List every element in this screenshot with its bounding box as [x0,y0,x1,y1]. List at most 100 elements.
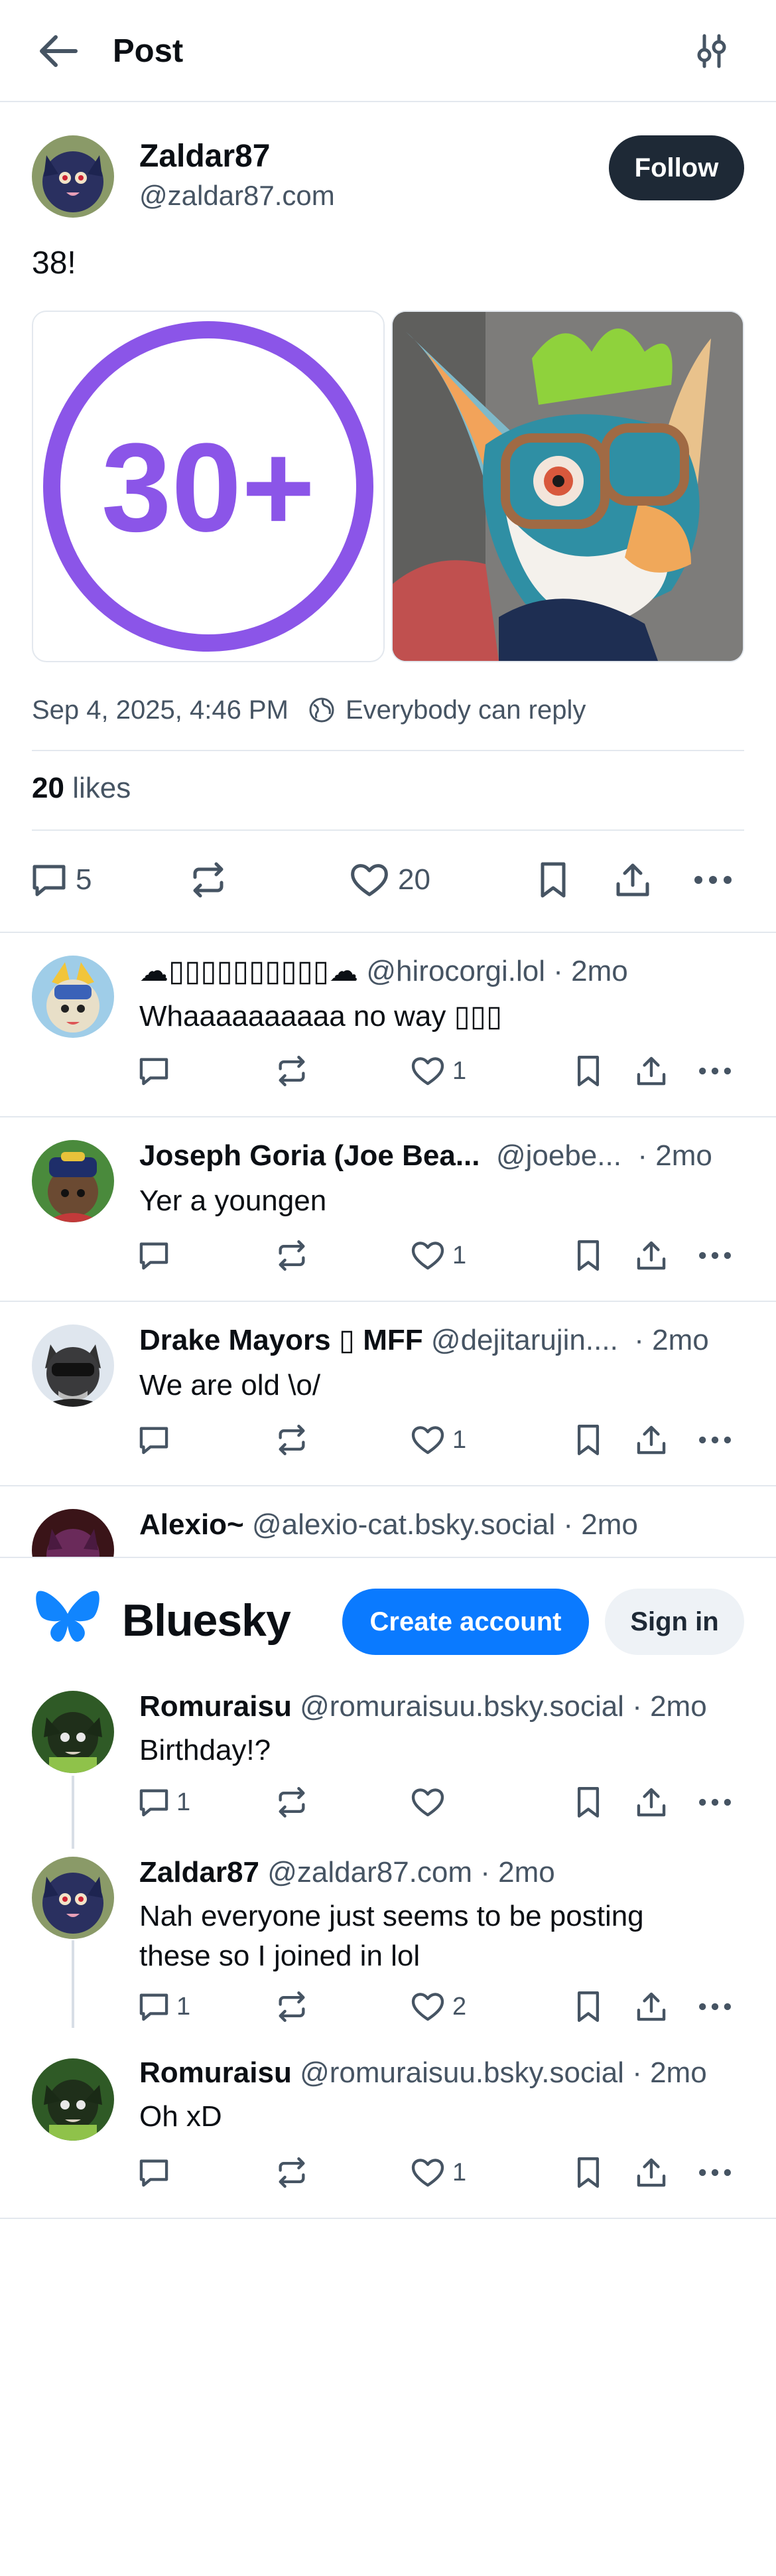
like-count: 2 [452,1992,467,2021]
reply-button[interactable] [137,1054,176,1088]
bookmark-button[interactable] [572,1423,605,1457]
share-button[interactable] [634,1989,669,2024]
reply-author-name[interactable]: Drake Mayors ▯ MFF [139,1322,423,1359]
more-button[interactable] [695,1423,735,1457]
like-button[interactable]: 20 [349,860,430,900]
reply-icon [32,865,66,896]
back-arrow-icon[interactable] [37,32,80,70]
share-button[interactable] [634,1785,669,1820]
repost-button[interactable] [275,1423,309,1457]
reply-time[interactable]: · 2mo [563,1506,637,1543]
sliders-icon[interactable] [692,32,731,70]
like-button[interactable]: 1 [410,1054,466,1088]
share-button[interactable] [634,2155,669,2190]
more-dots-icon [699,2003,731,2011]
reply-author-name[interactable]: Joseph Goria (Joe Bea... [139,1137,480,1175]
create-account-button[interactable]: Create account [342,1589,589,1655]
post-image-30plus[interactable]: 30+ [32,311,385,662]
reply-item[interactable]: Alexio~ @alexio-cat.bsky.social · 2mo [0,1486,776,1557]
thread-time[interactable]: · 2mo [480,1854,554,1891]
likes-summary[interactable]: 20 likes [32,770,131,807]
reply-icon [139,1427,168,1455]
sign-in-button[interactable]: Sign in [605,1589,744,1655]
thread-time[interactable]: · 2mo [632,2054,706,2092]
author-avatar[interactable] [32,135,114,218]
repost-button[interactable] [275,1054,309,1088]
reply-time[interactable]: · 2mo [637,1137,712,1175]
like-button[interactable] [410,1785,452,1820]
thread-author-name[interactable]: Romuraisu [139,1688,292,1725]
repost-icon [279,2157,305,2188]
bookmark-button[interactable] [572,1054,605,1088]
thread-author-name[interactable]: Romuraisu [139,2054,292,2092]
share-button[interactable] [634,1054,669,1088]
bookmark-button[interactable] [572,1238,605,1273]
thread-time[interactable]: · 2mo [632,1688,706,1725]
repost-button[interactable] [275,1785,309,1820]
more-button[interactable] [695,2155,735,2190]
repost-button[interactable] [275,1989,309,2024]
reply-author-name[interactable]: Alexio~ [139,1506,244,1543]
reply-item[interactable]: Drake Mayors ▯ MFF @dejitarujin.... · 2m… [0,1302,776,1485]
like-button[interactable]: 1 [410,1423,466,1457]
thread-author-handle[interactable]: @zaldar87.com [267,1854,472,1891]
share-button[interactable] [634,1423,669,1457]
thread-header: Zaldar87 @zaldar87.com · 2mo [139,1854,555,1891]
like-button[interactable]: 1 [410,1238,466,1273]
like-button[interactable]: 1 [410,2155,466,2190]
post-image-fursuit[interactable] [391,311,744,662]
reply-author-handle[interactable]: @hirocorgi.lol [366,953,545,990]
signup-banner: Bluesky Create account Sign in [0,1557,776,1682]
thread-author-name[interactable]: Zaldar87 [139,1854,259,1891]
avatar[interactable] [32,1140,114,1222]
author-handle[interactable]: @zaldar87.com [139,179,335,212]
bookmark-button[interactable] [572,1785,605,1820]
thread-author-handle[interactable]: @romuraisuu.bsky.social [300,2054,624,2092]
bluesky-wordmark[interactable]: Bluesky [122,1593,291,1648]
avatar[interactable] [32,1691,114,1773]
reply-author-handle[interactable]: @dejitarujin.... [431,1322,618,1359]
reply-button[interactable] [137,1423,176,1457]
bookmark-button[interactable] [535,860,572,900]
reply-item[interactable]: Joseph Goria (Joe Bea... @joebe... · 2mo… [0,1117,776,1301]
bookmark-button[interactable] [572,2155,605,2190]
reply-author-handle[interactable]: @alexio-cat.bsky.social [252,1506,555,1543]
avatar[interactable] [32,956,114,1038]
reply-time[interactable]: · 2mo [553,953,627,990]
repost-button[interactable] [188,860,228,900]
avatar[interactable] [32,2058,114,2141]
reply-time[interactable]: · 2mo [634,1322,708,1359]
share-button[interactable] [613,860,653,900]
reply-author-handle[interactable]: @joebe... [496,1137,621,1175]
reply-button[interactable]: 5 [29,860,92,900]
reply-setting[interactable]: Everybody can reply [346,691,586,729]
reply-button[interactable]: 1 [137,1989,190,2024]
heart-icon [411,1788,444,1817]
thread-item[interactable]: Romuraisu @romuraisuu.bsky.social · 2mo … [0,2052,776,2218]
more-button[interactable] [695,1238,735,1273]
author-name[interactable]: Zaldar87 [139,138,270,175]
more-button[interactable] [695,1054,735,1088]
bookmark-button[interactable] [572,1989,605,2024]
like-button[interactable]: 2 [410,1989,466,2024]
reply-button[interactable]: 1 [137,1785,190,1820]
avatar[interactable] [32,1857,114,1939]
repost-button[interactable] [275,2155,309,2190]
repost-button[interactable] [275,1238,309,1273]
reply-button[interactable] [137,1238,176,1273]
thread-item[interactable]: Zaldar87 @zaldar87.com · 2mo Nah everyon… [0,1847,776,2046]
reply-item[interactable]: ☁▯▯▯▯▯▯▯▯▯▯☁ @hirocorgi.lol · 2mo Whaaaa… [0,933,776,1116]
bluesky-butterfly-icon[interactable] [34,1587,101,1647]
reply-button[interactable] [137,2155,176,2190]
more-button[interactable] [690,860,736,900]
share-icon [637,1425,666,1455]
follow-button[interactable]: Follow [609,135,744,200]
avatar[interactable] [32,1324,114,1407]
thread-item[interactable]: Romuraisu @romuraisuu.bsky.social · 2mo … [0,1682,776,1847]
thread-author-handle[interactable]: @romuraisuu.bsky.social [300,1688,624,1725]
reply-author-name[interactable]: ☁▯▯▯▯▯▯▯▯▯▯☁ [139,953,358,990]
avatar[interactable] [32,1509,114,1557]
more-button[interactable] [695,1989,735,2024]
share-button[interactable] [634,1238,669,1273]
more-button[interactable] [695,1785,735,1820]
